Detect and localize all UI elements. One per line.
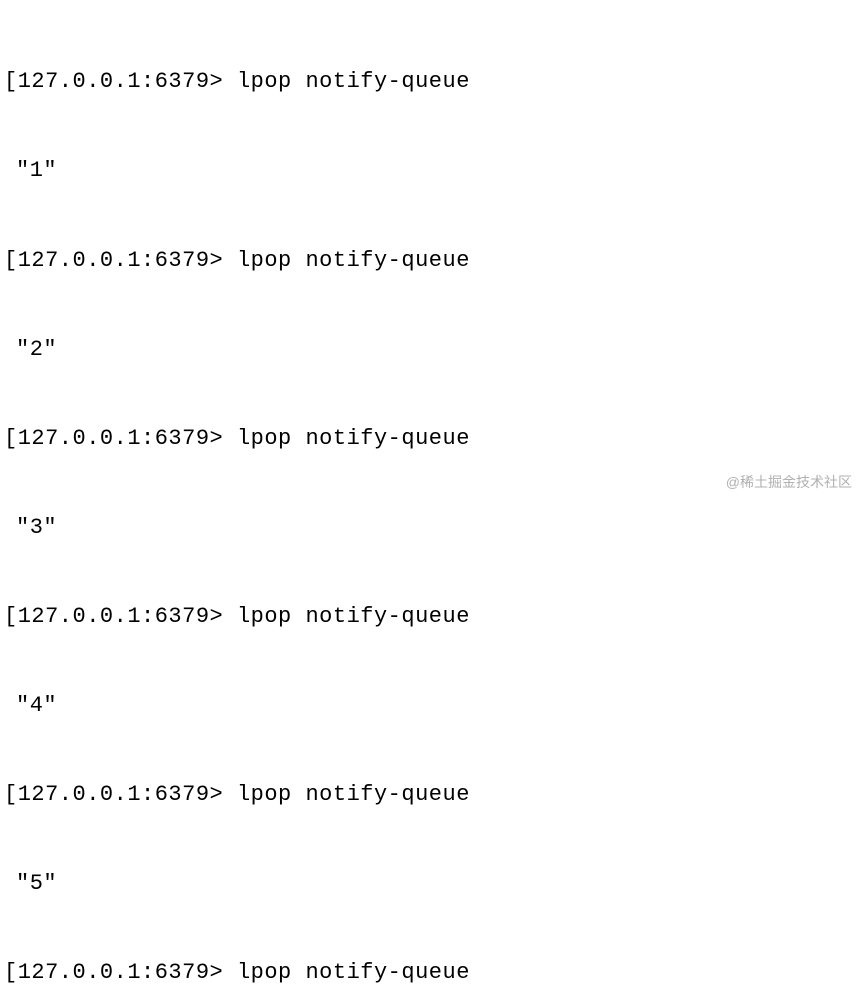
command-line: [127.0.0.1:6379> lpop notify-queue: [4, 246, 860, 276]
prompt-bracket: [: [4, 426, 18, 451]
command: lpop notify-queue: [237, 782, 470, 807]
command: lpop notify-queue: [237, 604, 470, 629]
command: lpop notify-queue: [237, 960, 470, 985]
prompt-bracket: [: [4, 782, 18, 807]
terminal-output: [127.0.0.1:6379> lpop notify-queue "1" […: [4, 8, 860, 1004]
command-result: "5": [4, 869, 860, 899]
prompt-bracket: [: [4, 604, 18, 629]
prompt: 127.0.0.1:6379>: [18, 782, 224, 807]
prompt: 127.0.0.1:6379>: [18, 248, 224, 273]
command: lpop notify-queue: [237, 426, 470, 451]
prompt: 127.0.0.1:6379>: [18, 69, 224, 94]
command-line: [127.0.0.1:6379> lpop notify-queue: [4, 67, 860, 97]
command-line: [127.0.0.1:6379> lpop notify-queue: [4, 958, 860, 988]
command-result: "4": [4, 691, 860, 721]
command-line: [127.0.0.1:6379> lpop notify-queue: [4, 780, 860, 810]
command-result: "3": [4, 513, 860, 543]
prompt: 127.0.0.1:6379>: [18, 426, 224, 451]
command: lpop notify-queue: [237, 69, 470, 94]
command-line: [127.0.0.1:6379> lpop notify-queue: [4, 424, 860, 454]
prompt-bracket: [: [4, 248, 18, 273]
prompt: 127.0.0.1:6379>: [18, 604, 224, 629]
prompt: 127.0.0.1:6379>: [18, 960, 224, 985]
command: lpop notify-queue: [237, 248, 470, 273]
prompt-bracket: [: [4, 960, 18, 985]
prompt-bracket: [: [4, 69, 18, 94]
watermark-text: @稀土掘金技术社区: [726, 473, 852, 492]
command-result: "1": [4, 156, 860, 186]
command-result: "2": [4, 335, 860, 365]
command-line: [127.0.0.1:6379> lpop notify-queue: [4, 602, 860, 632]
